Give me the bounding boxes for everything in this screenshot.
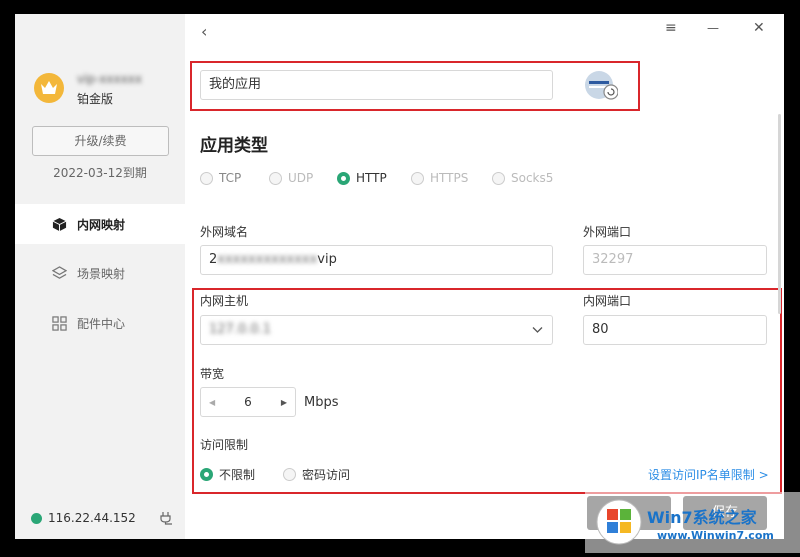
grid-icon — [51, 315, 67, 331]
watermark-url: www.Winwin7.com — [657, 529, 774, 542]
bandwidth-stepper[interactable]: ◀ 6 ▶ — [200, 387, 296, 417]
sidebar: vip-xxxxxx 铂金版 升级/续费 2022-03-12到期 内网映射 场… — [15, 14, 185, 539]
external-domain-input[interactable]: 2xxxxxxxxxxxxxvip — [200, 245, 553, 275]
access-limit-label: 访问限制 — [200, 438, 249, 452]
radio-no-limit[interactable]: 不限制 — [200, 466, 255, 483]
minimize-icon[interactable]: — — [707, 21, 719, 35]
radio-udp[interactable]: UDP — [269, 171, 313, 185]
sidebar-item-intranet-mapping[interactable]: 内网映射 — [15, 204, 185, 244]
crown-icon — [41, 81, 57, 94]
membership-tier: 铂金版 — [77, 92, 114, 106]
watermark-brand: Win7系统之家 — [647, 508, 757, 527]
radio-http[interactable]: HTTP — [337, 171, 387, 185]
increment-icon[interactable]: ▶ — [281, 398, 287, 407]
upgrade-button[interactable]: 升级/续费 — [32, 126, 169, 156]
username: vip-xxxxxx — [77, 72, 142, 86]
watermark: Win7系统之家 www.Winwin7.com — [585, 492, 800, 553]
bandwidth-label: 带宽 — [200, 367, 225, 381]
expire-date: 2022-03-12到期 — [53, 166, 147, 180]
back-icon[interactable]: ‹ — [201, 22, 207, 41]
ip-address: 116.22.44.152 — [48, 511, 136, 525]
internal-host-label: 内网主机 — [200, 294, 249, 308]
sidebar-item-label: 内网映射 — [77, 217, 126, 232]
ip-whitelist-link[interactable]: 设置访问IP名单限制 > — [648, 466, 769, 483]
ip-status: 116.22.44.152 — [31, 511, 136, 525]
online-dot-icon — [31, 512, 42, 524]
radio-socks5[interactable]: Socks5 — [492, 171, 553, 185]
app-type-title: 应用类型 — [200, 136, 268, 156]
scrollbar[interactable] — [778, 114, 781, 314]
decrement-icon[interactable]: ◀ — [209, 398, 215, 407]
cube-icon — [51, 216, 67, 232]
sidebar-item-label: 场景映射 — [77, 266, 126, 281]
radio-https[interactable]: HTTPS — [411, 171, 468, 185]
sidebar-item-label: 配件中心 — [77, 316, 126, 331]
internal-host-select[interactable]: 127.0.0.1 — [200, 315, 553, 345]
sidebar-item-scene-mapping[interactable]: 场景映射 — [15, 253, 185, 293]
external-domain-label: 外网域名 — [200, 225, 249, 239]
main-panel: ‹ ≡ — ✕ 我的应用 应用类型 TCP UDP HTTP HTTPS Soc… — [185, 14, 784, 539]
app-name-input[interactable]: 我的应用 — [200, 70, 553, 100]
external-port-input[interactable]: 32297 — [583, 245, 767, 275]
close-icon[interactable]: ✕ — [753, 20, 765, 36]
app-icon — [585, 71, 619, 100]
chevron-down-icon — [532, 327, 543, 333]
scene-icon — [51, 265, 67, 281]
bandwidth-value: 6 — [244, 395, 252, 409]
internal-port-input[interactable]: 80 — [583, 315, 767, 345]
radio-password-access[interactable]: 密码访问 — [283, 466, 350, 483]
internal-port-label: 内网端口 — [583, 294, 632, 308]
bandwidth-unit: Mbps — [304, 395, 339, 410]
avatar[interactable] — [34, 73, 64, 103]
sidebar-item-accessory-center[interactable]: 配件中心 — [15, 303, 185, 343]
menu-icon[interactable]: ≡ — [665, 20, 677, 36]
app-icon-picker[interactable] — [584, 70, 619, 102]
plug-icon[interactable] — [160, 510, 174, 529]
app-window: vip-xxxxxx 铂金版 升级/续费 2022-03-12到期 内网映射 场… — [15, 14, 784, 539]
external-port-label: 外网端口 — [583, 225, 632, 239]
radio-tcp[interactable]: TCP — [200, 171, 241, 185]
